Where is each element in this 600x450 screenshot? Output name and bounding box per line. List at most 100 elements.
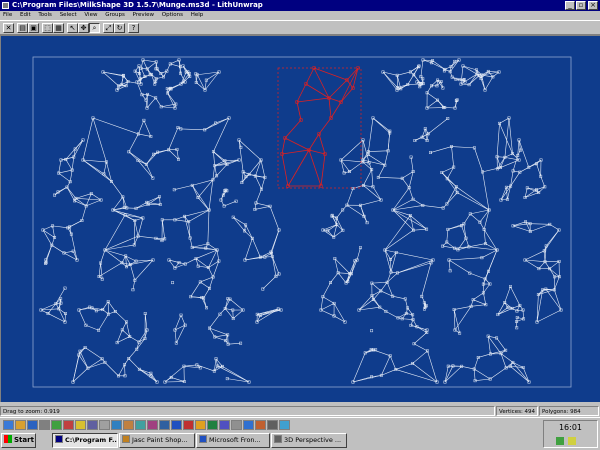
mesh-edge [100,249,106,264]
mesh-edge [123,75,129,82]
mesh-vertex[interactable] [370,329,374,333]
mesh-edge [483,292,487,305]
mesh-edge [320,309,335,317]
quick-launch-icon[interactable] [243,420,254,430]
app-icon[interactable] [2,2,9,9]
mesh-edge [203,288,210,299]
mesh-edge [115,311,127,323]
quick-launch-icon[interactable] [195,420,206,430]
menu-options[interactable]: Options [162,12,183,18]
quick-launch-icon[interactable] [87,420,98,430]
mesh-edge [127,81,142,85]
quick-launch-icon[interactable] [159,420,170,430]
menu-edit[interactable]: Edit [20,12,31,18]
mesh-edge [66,186,77,199]
mesh-edge [384,215,411,251]
quick-launch-icon[interactable] [51,420,62,430]
volume-icon[interactable] [568,437,576,445]
toolbar: ✕ ▤ ▣ ⬚ ▦ ↖ ✥ ⌕ ⤢ ↻ ? [0,20,600,35]
mesh-edge [462,65,477,71]
mesh-vertex[interactable] [171,281,175,285]
quick-launch-icon[interactable] [75,420,86,430]
mesh-edge [384,229,414,251]
mesh-edge [180,128,205,131]
mesh-edge [468,73,478,85]
task-button-3d-perspective[interactable]: 3D Perspective ... [271,433,347,448]
rotate-button[interactable]: ↻ [114,23,125,33]
mesh-edge [322,296,335,304]
quick-launch-icon[interactable] [111,420,122,430]
quick-launch-icon[interactable] [171,420,182,430]
network-icon[interactable] [556,437,564,445]
help-button[interactable]: ? [128,23,139,33]
pointer-button[interactable]: ↖ [67,23,78,33]
selected-edge [287,149,310,187]
mesh-edge [220,199,225,207]
mesh-edge [442,241,447,247]
move-button[interactable]: ✥ [78,23,89,33]
menu-file[interactable]: File [3,12,12,18]
mesh-edge [244,224,246,231]
browser-icon[interactable] [27,420,38,430]
outlook-icon[interactable] [39,420,50,430]
mesh-edge [167,92,176,109]
quick-launch-icon[interactable] [207,420,218,430]
mesh-edge [408,187,414,200]
open-button[interactable]: ▤ [17,23,28,33]
select-button[interactable]: ⬚ [42,23,53,33]
mesh-edge [79,351,89,369]
menu-select[interactable]: Select [60,12,77,18]
title-bar[interactable]: C:\Program Files\MilkShape 3D 1.5.7\Mung… [0,0,600,11]
mesh-edge [161,106,176,109]
mesh-edge [98,262,101,277]
fit-view-button[interactable]: ⤢ [103,23,114,33]
close-file-button[interactable]: ✕ [3,23,14,33]
quick-launch-icon[interactable] [63,420,74,430]
task-button-frontpage[interactable]: Microsoft Fron... [196,433,270,448]
uv-map-drawing[interactable] [1,36,599,402]
menu-tools[interactable]: Tools [38,12,52,18]
mesh-edge [271,229,280,254]
desktop-icon[interactable] [3,420,14,430]
quick-launch-icon[interactable] [135,420,146,430]
mesh-edge [51,244,65,254]
menu-help[interactable]: Help [191,12,204,18]
quick-launch-icon[interactable] [183,420,194,430]
mesh-edge [170,81,186,89]
task-button-paint-shop[interactable]: Jasc Paint Shop... [119,433,195,448]
explorer-icon[interactable] [15,420,26,430]
start-button[interactable]: Start [1,433,36,448]
mesh-edge [72,351,81,383]
menu-groups[interactable]: Groups [105,12,125,18]
mesh-edge [174,219,189,222]
group-button[interactable]: ▦ [53,23,64,33]
menu-view[interactable]: View [84,12,97,18]
quick-launch-icon[interactable] [147,420,158,430]
mesh-edge [392,295,406,300]
mesh-edge [410,157,414,172]
mesh-edge [104,235,139,251]
mesh-edge [143,120,152,137]
mesh-edge [334,258,339,273]
quick-launch-icon[interactable] [267,420,278,430]
minimize-button[interactable]: _ [565,1,575,10]
close-button[interactable]: × [588,1,598,10]
quick-launch-icon[interactable] [99,420,110,430]
clock[interactable]: 16:01 [544,423,597,432]
menu-preview[interactable]: Preview [133,12,154,18]
zoom-button[interactable]: ⌕ [89,23,100,33]
mesh-edge [463,213,471,225]
save-button[interactable]: ▣ [28,23,39,33]
mesh-vertex[interactable] [115,341,119,345]
mesh-edge [91,193,102,201]
quick-launch-icon[interactable] [279,420,290,430]
task-button-lithunwrap[interactable]: C:\Program F... [52,433,118,448]
quick-launch-icon[interactable] [255,420,266,430]
maximize-button[interactable]: ▫ [576,1,586,10]
quick-launch-icon[interactable] [219,420,230,430]
uv-canvas[interactable] [0,35,600,402]
quick-launch-icon[interactable] [231,420,242,430]
quick-launch-icon[interactable] [123,420,134,430]
mesh-edge [330,272,339,283]
mesh-vertex[interactable] [234,199,238,203]
